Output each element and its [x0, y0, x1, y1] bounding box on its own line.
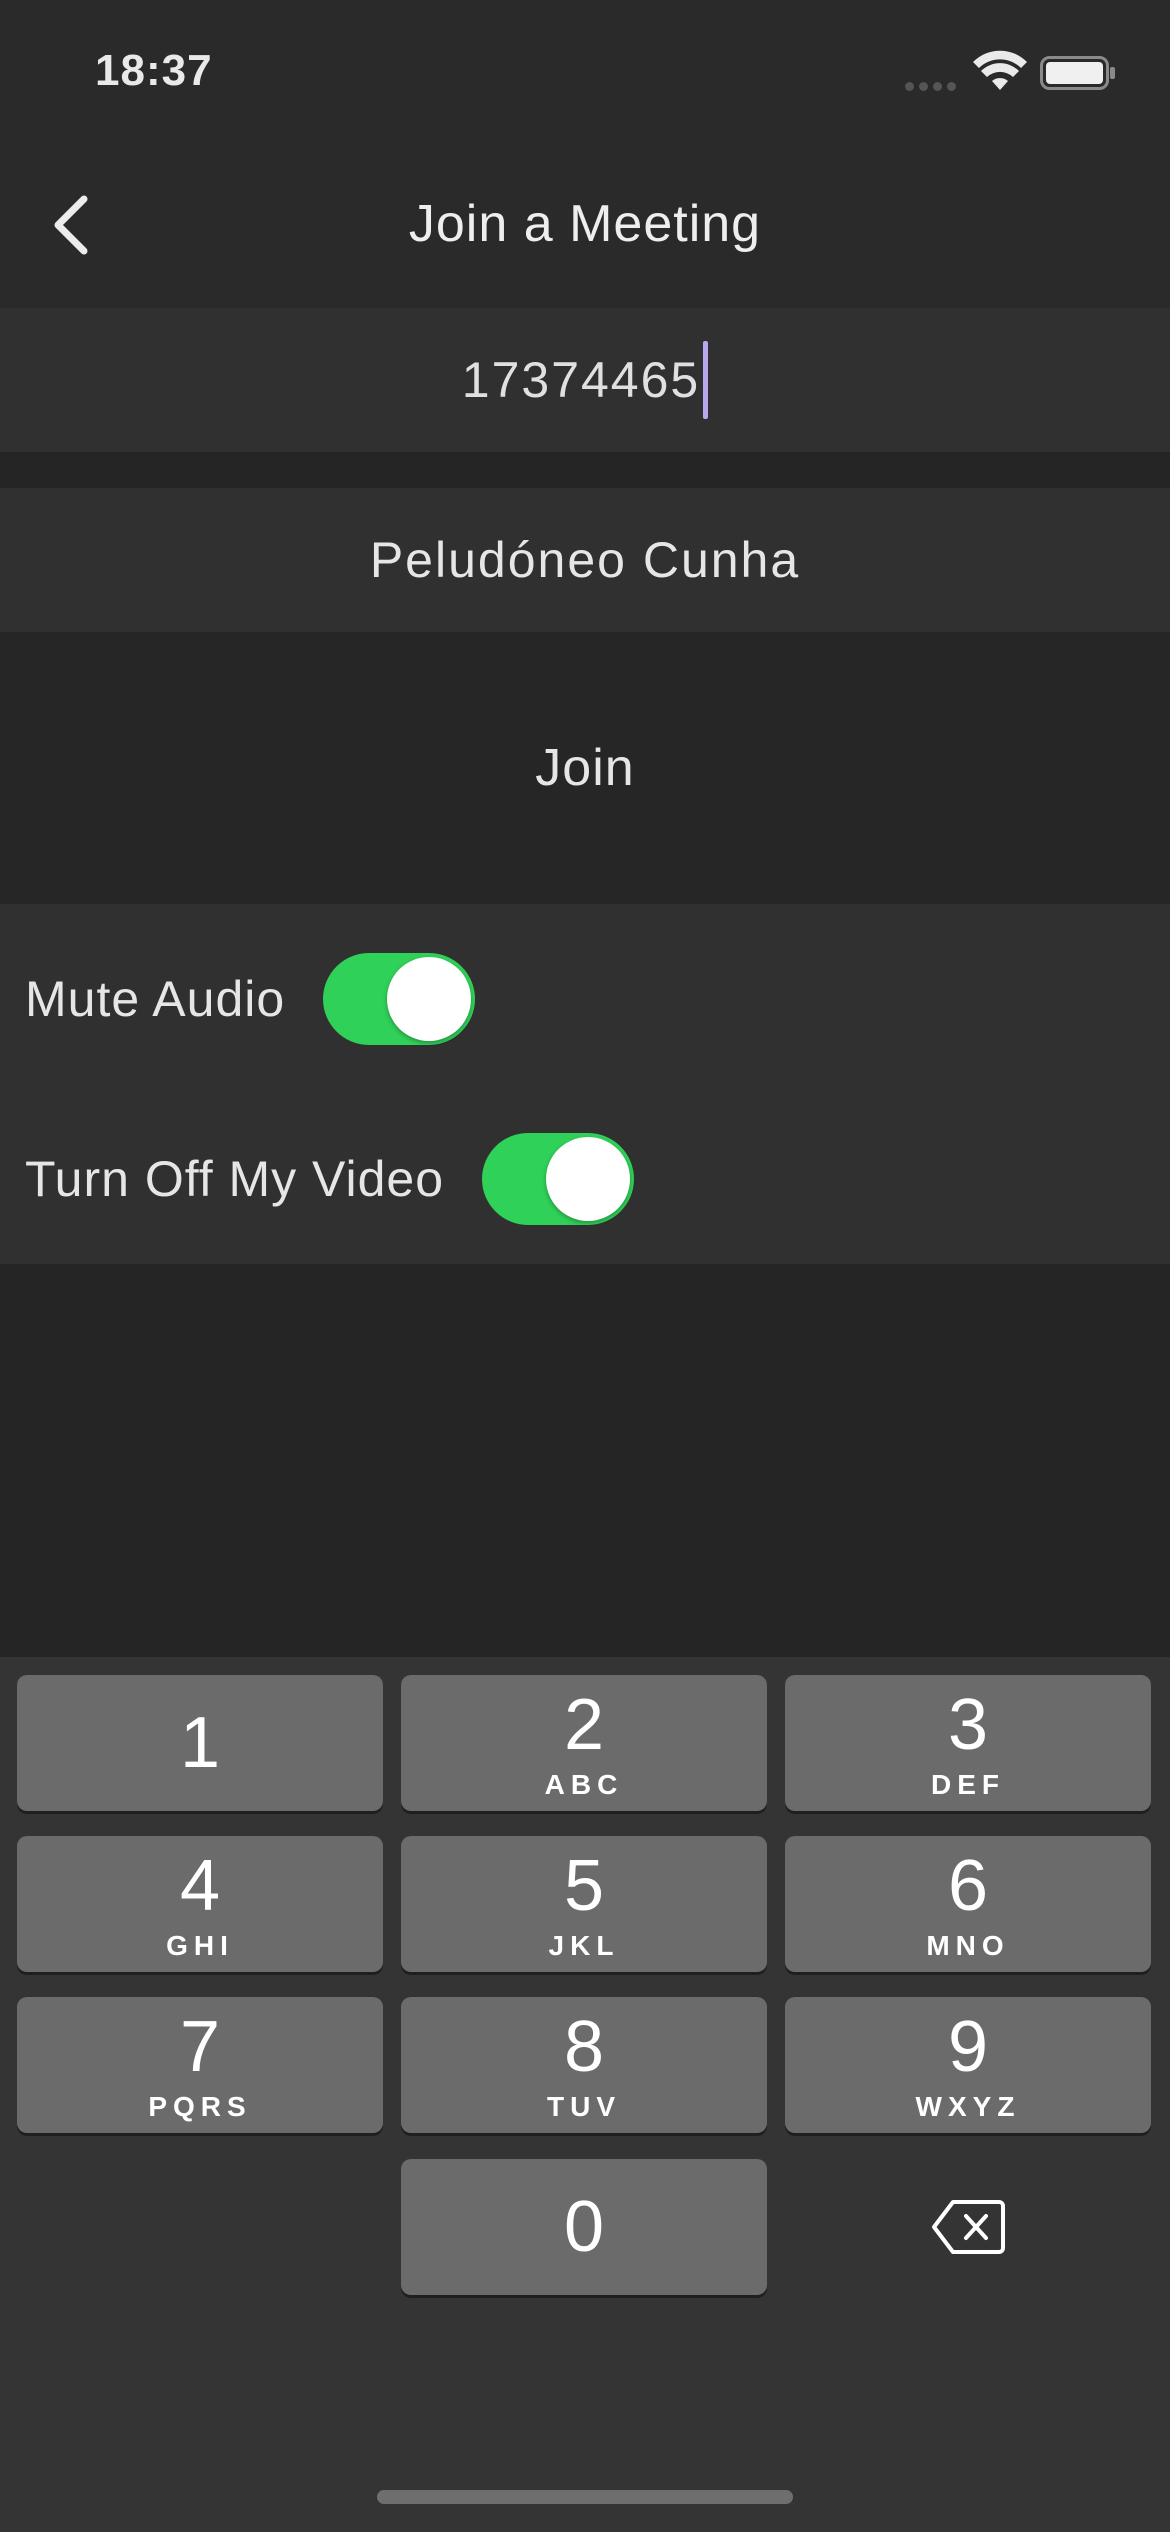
key-1[interactable]: 1	[17, 1675, 383, 1811]
meeting-id-field[interactable]: 17374465	[0, 308, 1170, 452]
mute-audio-toggle[interactable]	[323, 953, 476, 1045]
key-digit: 5	[563, 1846, 605, 1926]
name-field[interactable]: Peludóneo Cunha	[0, 488, 1170, 632]
backspace-icon	[932, 2200, 1005, 2254]
toggle-knob	[387, 957, 472, 1041]
name-value: Peludóneo Cunha	[369, 532, 801, 588]
numeric-keypad: 1 2 ABC 3 DEF 4 GHI 5 JKL 6 MNO 7 PQRS 8…	[0, 1657, 1170, 2532]
wifi-icon	[973, 50, 1027, 90]
key-letters: TUV	[547, 2091, 621, 2122]
key-digit: 3	[947, 1685, 989, 1765]
join-button[interactable]: Join	[0, 632, 1170, 904]
key-digit: 9	[947, 2007, 989, 2087]
status-bar: 18:37	[0, 0, 1170, 150]
turn-off-video-toggle[interactable]	[482, 1133, 635, 1225]
battery-icon	[1040, 56, 1115, 90]
key-0[interactable]: 0	[401, 2159, 767, 2295]
options-panel: Mute Audio Turn Off My Video	[0, 904, 1170, 1264]
status-time: 18:37	[95, 46, 213, 95]
key-4[interactable]: 4 GHI	[17, 1836, 383, 1972]
meeting-id-value: 17374465	[461, 352, 701, 408]
key-letters: DEF	[931, 1769, 1005, 1800]
delete-key[interactable]	[785, 2159, 1151, 2295]
turn-off-video-row: Turn Off My Video	[0, 1119, 635, 1239]
key-digit: 4	[179, 1846, 221, 1926]
key-digit: 6	[947, 1846, 989, 1926]
key-7[interactable]: 7 PQRS	[17, 1997, 383, 2133]
key-digit: 7	[179, 2007, 221, 2087]
key-3[interactable]: 3 DEF	[785, 1675, 1151, 1811]
key-5[interactable]: 5 JKL	[401, 1836, 767, 1972]
home-indicator[interactable]	[377, 2490, 793, 2504]
key-letters: WXYZ	[915, 2091, 1021, 2122]
turn-off-video-label: Turn Off My Video	[25, 1151, 445, 1207]
toggle-knob	[546, 1137, 631, 1221]
mute-audio-label: Mute Audio	[25, 971, 286, 1027]
mute-audio-row: Mute Audio	[0, 939, 476, 1059]
key-letters: ABC	[544, 1769, 624, 1800]
key-letters: JKL	[548, 1930, 620, 1961]
key-8[interactable]: 8 TUV	[401, 1997, 767, 2133]
navigation-bar: Join a Meeting	[0, 150, 1170, 308]
key-letters: MNO	[926, 1930, 1010, 1961]
key-letters: PQRS	[148, 2091, 252, 2122]
key-2[interactable]: 2 ABC	[401, 1675, 767, 1811]
key-digit: 1	[179, 1703, 221, 1783]
cellular-signal-icon	[905, 82, 956, 91]
page-title: Join a Meeting	[408, 195, 762, 253]
key-9[interactable]: 9 WXYZ	[785, 1997, 1151, 2133]
key-digit: 8	[563, 2007, 605, 2087]
key-digit: 2	[563, 1685, 605, 1765]
key-digit: 0	[563, 2187, 605, 2267]
key-letters: GHI	[166, 1930, 234, 1961]
meeting-id-display: 17374465	[0, 308, 1170, 452]
text-caret	[703, 341, 709, 419]
key-6[interactable]: 6 MNO	[785, 1836, 1151, 1972]
